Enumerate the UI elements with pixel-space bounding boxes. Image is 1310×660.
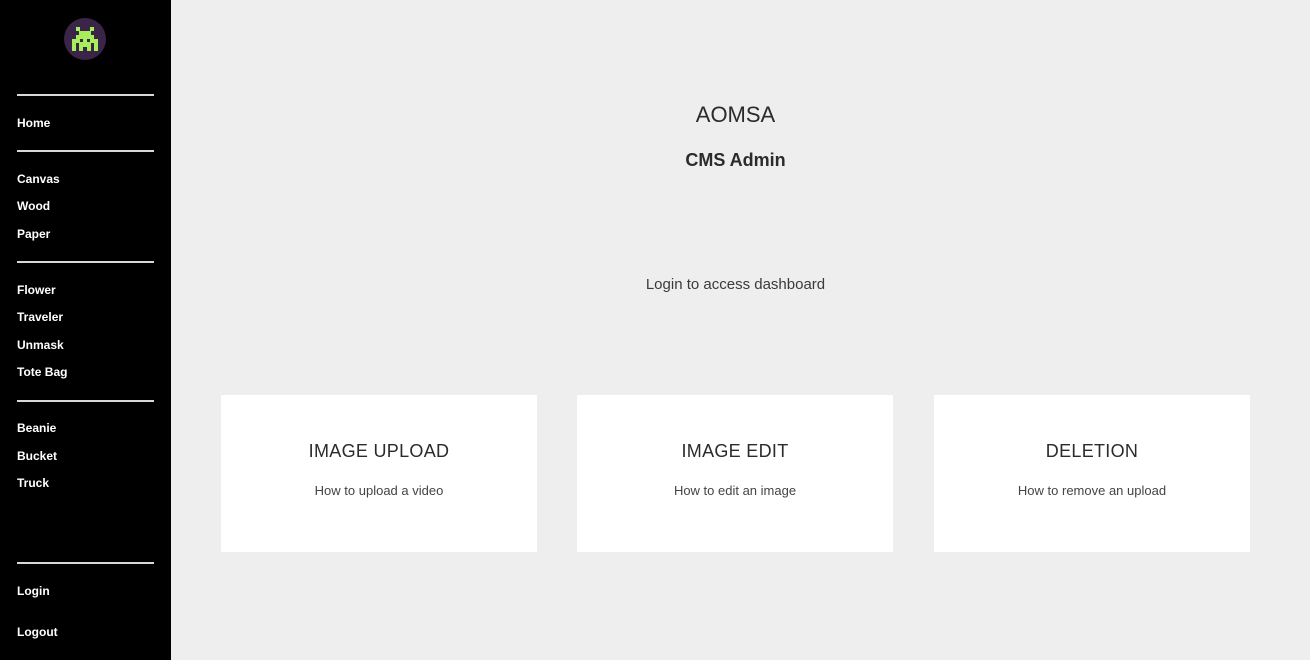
sidebar-item-traveler[interactable]: Traveler bbox=[17, 310, 63, 324]
main-content: AOMSA CMS Admin Login to access dashboar… bbox=[171, 0, 1310, 660]
sidebar-item-home[interactable]: Home bbox=[17, 116, 50, 130]
card-description: How to edit an image bbox=[673, 483, 797, 498]
sidebar: Home Canvas Wood Paper Flower Traveler U… bbox=[0, 0, 171, 660]
page-title: AOMSA bbox=[695, 102, 776, 127]
sidebar-divider bbox=[17, 150, 154, 152]
card-title: DELETION bbox=[1045, 441, 1139, 461]
card-image-upload[interactable]: IMAGE UPLOAD How to upload a video bbox=[221, 395, 537, 552]
card-title: IMAGE EDIT bbox=[681, 441, 789, 461]
sidebar-item-truck[interactable]: Truck bbox=[17, 476, 49, 490]
card-description: How to upload a video bbox=[314, 483, 444, 498]
sidebar-divider bbox=[17, 562, 154, 564]
sidebar-divider bbox=[17, 400, 154, 402]
page-subtitle: CMS Admin bbox=[685, 150, 786, 170]
app-root: Home Canvas Wood Paper Flower Traveler U… bbox=[0, 0, 1310, 660]
card-deletion[interactable]: DELETION How to remove an upload bbox=[934, 395, 1250, 552]
card-title: IMAGE UPLOAD bbox=[308, 441, 450, 461]
sidebar-item-beanie[interactable]: Beanie bbox=[17, 421, 56, 435]
sidebar-divider bbox=[17, 94, 154, 96]
sidebar-item-paper[interactable]: Paper bbox=[17, 227, 50, 241]
login-link[interactable]: Login bbox=[17, 584, 50, 598]
sidebar-item-unmask[interactable]: Unmask bbox=[17, 338, 64, 352]
logout-link[interactable]: Logout bbox=[17, 625, 58, 639]
card-description: How to remove an upload bbox=[1017, 483, 1167, 498]
sidebar-item-wood[interactable]: Wood bbox=[17, 199, 50, 213]
sidebar-item-canvas[interactable]: Canvas bbox=[17, 172, 60, 186]
card-image-edit[interactable]: IMAGE EDIT How to edit an image bbox=[577, 395, 893, 552]
sidebar-divider bbox=[17, 261, 154, 263]
login-prompt: Login to access dashboard bbox=[645, 276, 826, 293]
space-invader-icon[interactable] bbox=[64, 18, 106, 60]
sidebar-item-flower[interactable]: Flower bbox=[17, 283, 56, 297]
sidebar-item-bucket[interactable]: Bucket bbox=[17, 449, 57, 463]
sidebar-item-tote-bag[interactable]: Tote Bag bbox=[17, 365, 67, 379]
